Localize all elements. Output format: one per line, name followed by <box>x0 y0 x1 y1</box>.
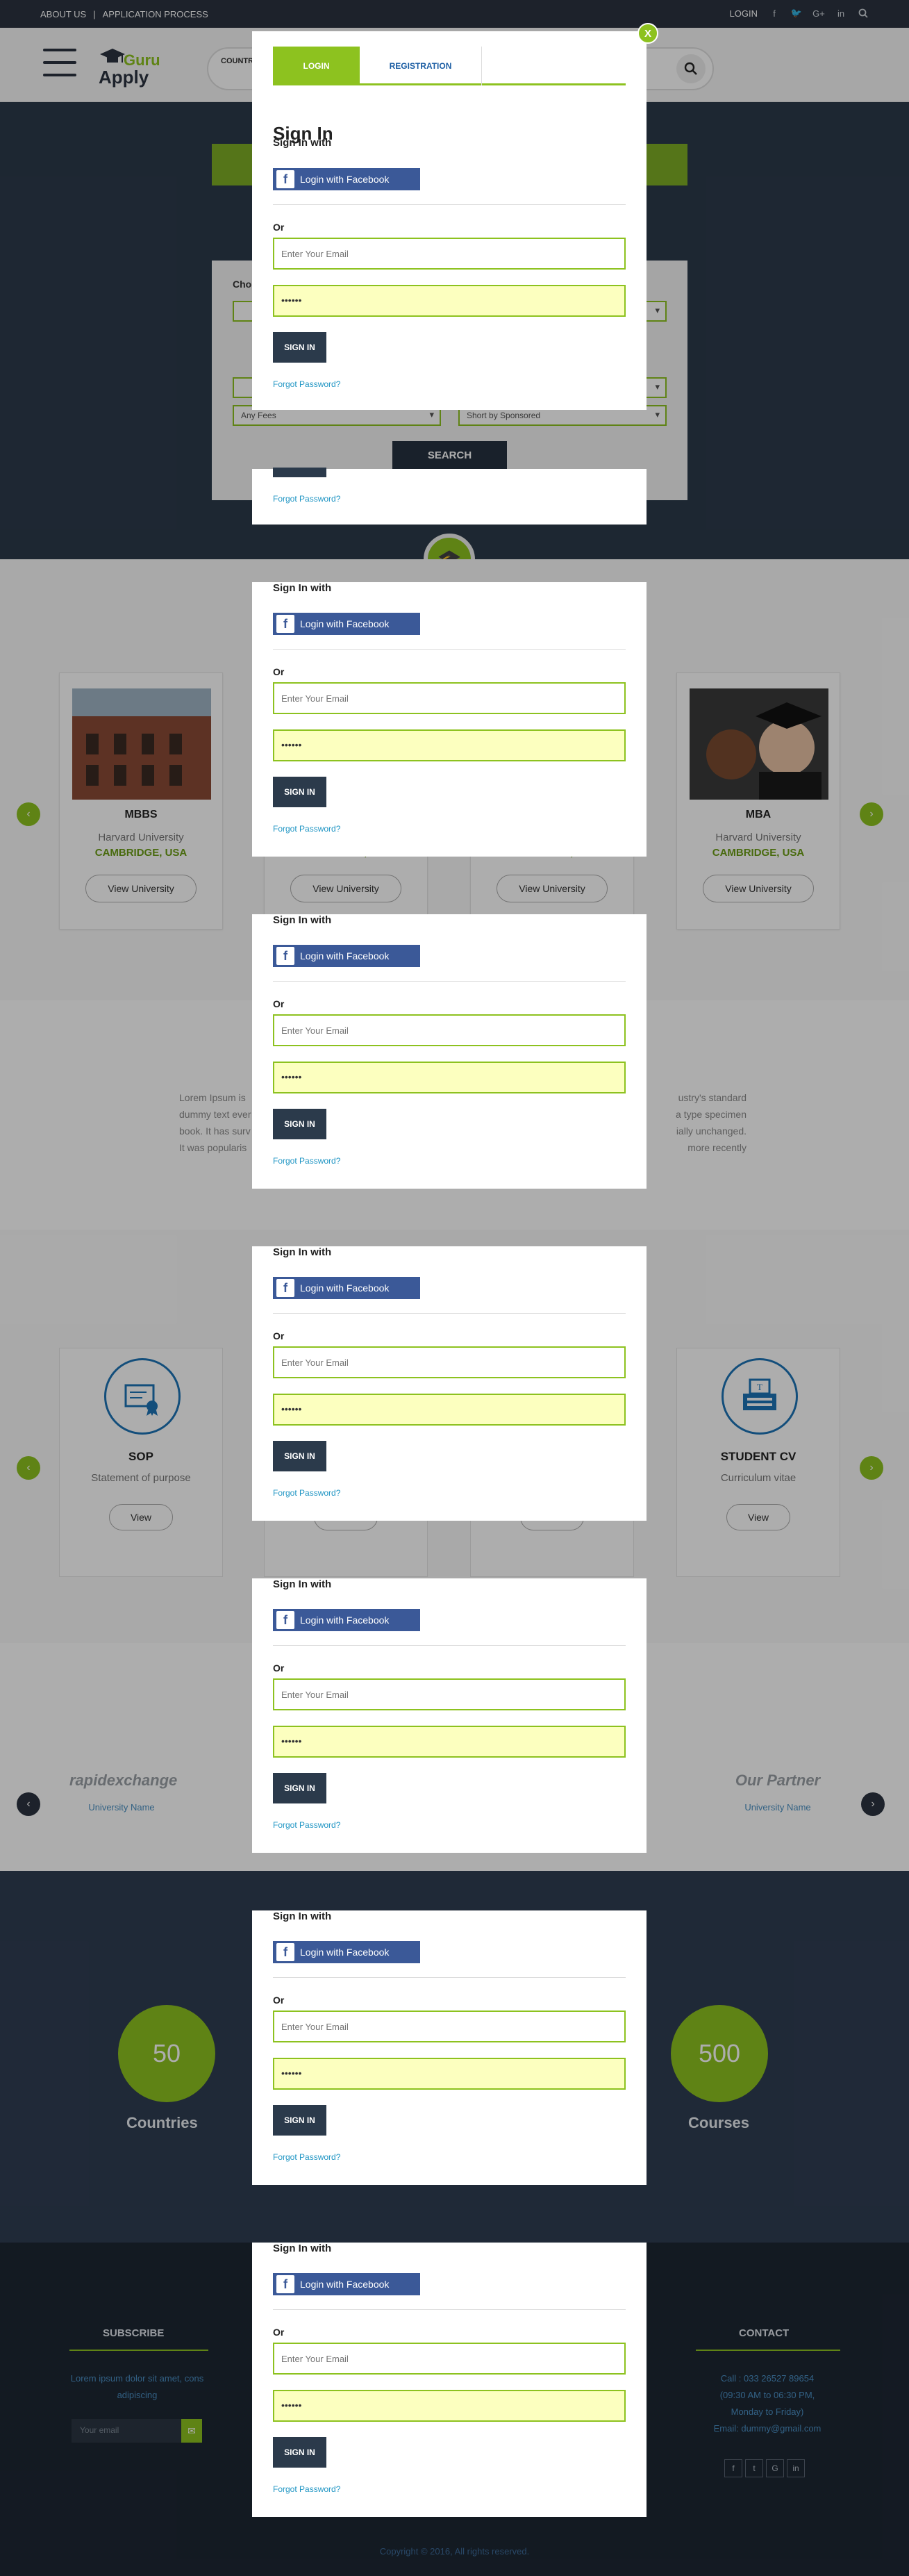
sign-in-with-label: Sign In with <box>273 582 332 594</box>
forgot-password-link[interactable]: Forgot Password? <box>273 1488 340 1498</box>
facebook-login-label: Login with Facebook <box>300 2279 390 2290</box>
sign-in-modal-repeat: Sign In with f Login with Facebook Or •••… <box>252 1246 647 1521</box>
sign-in-modal: LOGIN REGISTRATION Sign In Sign In with … <box>252 31 647 410</box>
or-label: Or <box>273 1995 285 2006</box>
sign-in-modal-repeat: Sign In with f Login with Facebook Or •••… <box>252 582 647 857</box>
password-field[interactable]: •••••• <box>273 2390 626 2422</box>
facebook-login-label: Login with Facebook <box>300 1947 390 1958</box>
email-field[interactable] <box>273 1014 626 1046</box>
password-field[interactable]: •••••• <box>273 1394 626 1426</box>
sign-in-button[interactable]: SIGN IN <box>273 2437 326 2468</box>
or-label: Or <box>273 666 285 677</box>
password-field[interactable]: •••••• <box>273 285 626 317</box>
sign-in-button[interactable]: SIGN IN <box>273 1441 326 1471</box>
or-label: Or <box>273 998 285 1009</box>
close-icon[interactable]: X <box>637 23 658 44</box>
email-field[interactable] <box>273 2343 626 2375</box>
facebook-login-label: Login with Facebook <box>300 618 390 629</box>
sign-in-modal-repeat: Sign In with f Login with Facebook Or •••… <box>252 914 647 1189</box>
facebook-icon: f <box>276 170 294 188</box>
sign-in-button[interactable] <box>273 468 326 477</box>
password-field[interactable]: •••••• <box>273 2058 626 2090</box>
facebook-icon: f <box>276 947 294 965</box>
modal-divider <box>273 981 626 982</box>
forgot-password-link[interactable]: Forgot Password? <box>273 2484 340 2494</box>
modal-tabs: LOGIN REGISTRATION <box>273 47 626 85</box>
facebook-login-label: Login with Facebook <box>300 1282 390 1294</box>
modal-divider <box>273 649 626 650</box>
forgot-password-link[interactable]: Forgot Password? <box>273 1820 340 1830</box>
facebook-icon: f <box>276 615 294 633</box>
facebook-login-button[interactable]: f Login with Facebook <box>273 613 420 635</box>
forgot-password-link[interactable]: Forgot Password? <box>273 2152 340 2162</box>
facebook-login-label: Login with Facebook <box>300 1615 390 1626</box>
email-field[interactable] <box>273 1678 626 1710</box>
facebook-login-button[interactable]: f Login with Facebook <box>273 1609 420 1631</box>
tab-registration[interactable]: REGISTRATION <box>360 47 482 85</box>
email-field[interactable] <box>273 1346 626 1378</box>
modal-divider <box>273 1645 626 1646</box>
facebook-icon: f <box>276 1611 294 1629</box>
facebook-login-button[interactable]: f Login with Facebook <box>273 2273 420 2295</box>
or-label: Or <box>273 2327 285 2338</box>
facebook-icon: f <box>276 1279 294 1297</box>
facebook-login-button[interactable]: f Login with Facebook <box>273 168 420 190</box>
forgot-password-link[interactable]: Forgot Password? <box>273 1156 340 1166</box>
sign-in-modal-repeat: Sign In with f Login with Facebook Or •••… <box>252 2243 647 2517</box>
modal-divider <box>273 1313 626 1314</box>
facebook-login-button[interactable]: f Login with Facebook <box>273 945 420 967</box>
password-field[interactable]: •••••• <box>273 1726 626 1758</box>
sign-in-with-label: Sign In with <box>273 2243 332 2254</box>
forgot-password-link[interactable]: Forgot Password? <box>273 494 340 504</box>
sign-in-with-label: Sign In with <box>273 1246 332 1258</box>
sign-in-modal-repeat: Sign In with f Login with Facebook Or •••… <box>252 1578 647 1853</box>
sign-in-with-label: Sign In with <box>273 1578 332 1590</box>
or-label: Or <box>273 1330 285 1341</box>
or-label: Or <box>273 1662 285 1674</box>
password-field[interactable]: •••••• <box>273 729 626 761</box>
sign-in-modal-repeat: Sign In with f Login with Facebook Or •••… <box>252 1910 647 2185</box>
forgot-password-link[interactable]: Forgot Password? <box>273 824 340 834</box>
sign-in-button[interactable]: SIGN IN <box>273 1773 326 1803</box>
sign-in-modal-fragment: Forgot Password? <box>252 468 647 525</box>
facebook-login-button[interactable]: f Login with Facebook <box>273 1277 420 1299</box>
email-field[interactable] <box>273 2011 626 2042</box>
sign-in-with-label: Sign In with <box>273 137 332 149</box>
modal-divider <box>273 204 626 205</box>
facebook-icon: f <box>276 2275 294 2293</box>
sign-in-button[interactable]: SIGN IN <box>273 1109 326 1139</box>
tab-login[interactable]: LOGIN <box>273 47 360 85</box>
sign-in-with-label: Sign In with <box>273 1910 332 1922</box>
or-label: Or <box>273 222 285 233</box>
modal-divider <box>273 1977 626 1978</box>
sign-in-button[interactable]: SIGN IN <box>273 777 326 807</box>
facebook-login-label: Login with Facebook <box>300 950 390 961</box>
email-field[interactable] <box>273 682 626 714</box>
email-field[interactable] <box>273 238 626 270</box>
facebook-login-label: Login with Facebook <box>300 174 390 185</box>
forgot-password-link[interactable]: Forgot Password? <box>273 379 340 389</box>
sign-in-with-label: Sign In with <box>273 914 332 926</box>
password-field[interactable]: •••••• <box>273 1062 626 1093</box>
facebook-icon: f <box>276 1943 294 1961</box>
modal-divider <box>273 2309 626 2310</box>
sign-in-button[interactable]: SIGN IN <box>273 2105 326 2136</box>
sign-in-button[interactable]: SIGN IN <box>273 332 326 363</box>
facebook-login-button[interactable]: f Login with Facebook <box>273 1941 420 1963</box>
